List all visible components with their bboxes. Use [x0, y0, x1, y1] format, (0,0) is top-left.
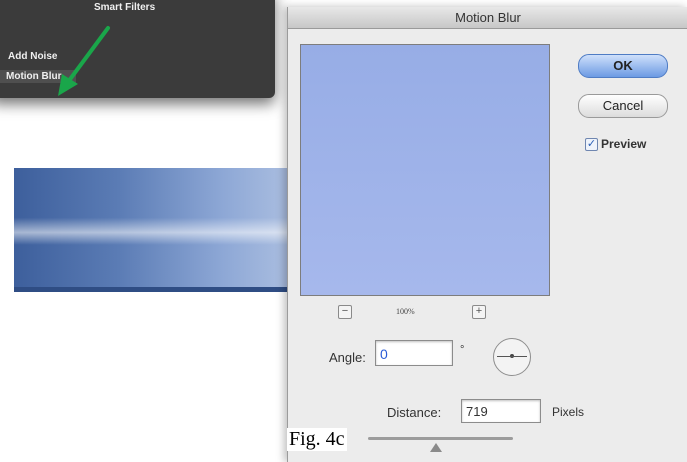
preview-label: Preview: [601, 137, 647, 151]
distance-slider-thumb[interactable]: [430, 443, 442, 452]
figure-caption: Fig. 4c: [287, 428, 347, 451]
zoom-level: 100%: [396, 307, 415, 316]
zoom-controls: − 100% +: [338, 305, 518, 323]
dialog-title: Motion Blur: [455, 10, 521, 25]
blurred-image-preview: [14, 168, 314, 292]
angle-dial-center: [510, 354, 514, 358]
zoom-in-button[interactable]: +: [472, 305, 486, 319]
ok-button[interactable]: OK: [578, 54, 668, 78]
distance-input[interactable]: 719: [461, 399, 541, 423]
degree-symbol: °: [460, 344, 465, 356]
motion-blur-dialog: Motion Blur − 100% + OK Cancel ✓ Preview…: [287, 7, 687, 462]
angle-input[interactable]: 0: [375, 340, 453, 366]
zoom-out-button[interactable]: −: [338, 305, 352, 319]
distance-slider-track[interactable]: [368, 437, 513, 440]
cancel-button[interactable]: Cancel: [578, 94, 668, 118]
angle-label: Angle:: [329, 350, 366, 365]
filter-preview-pane[interactable]: [300, 44, 550, 296]
dialog-titlebar[interactable]: Motion Blur: [288, 7, 687, 29]
preview-checkbox[interactable]: ✓: [585, 138, 598, 151]
green-arrow-icon: [58, 26, 110, 96]
angle-dial[interactable]: [493, 338, 531, 376]
distance-unit-label: Pixels: [552, 405, 585, 419]
distance-label: Distance:: [387, 405, 442, 420]
